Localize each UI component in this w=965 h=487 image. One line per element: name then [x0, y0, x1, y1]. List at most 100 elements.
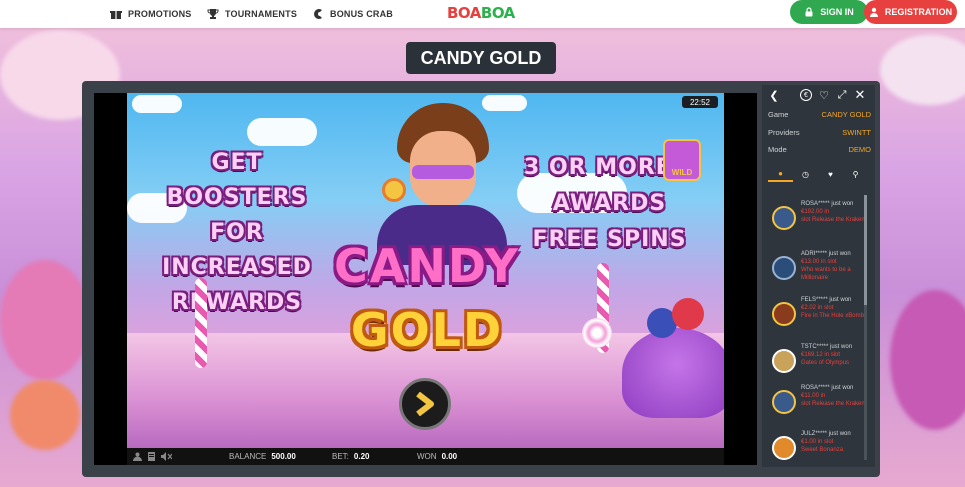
feed-user: TSTC***** — [801, 344, 829, 350]
gift-icon — [110, 11, 122, 19]
game-thumbnail — [772, 349, 796, 373]
bet-label: BET: — [332, 452, 349, 461]
registration-label: REGISTRATION — [884, 7, 953, 17]
feed-game: Who wants to be a Millionaire — [801, 267, 851, 281]
bet-value: 0.20 — [353, 452, 370, 461]
user-icon — [869, 7, 878, 17]
top-navigation: PROMOTIONS TOURNAMENTS BONUS CRAB BOA BOA… — [0, 0, 965, 28]
won-label: WON — [417, 452, 437, 461]
list-item[interactable]: FELS***** just won €2.02 in slot Fire in… — [772, 296, 872, 336]
nav-bonus-crab-label: BONUS CRAB — [330, 9, 394, 19]
feed-amount: €13.00 in slot — [801, 259, 837, 265]
player-icon[interactable] — [133, 452, 142, 461]
left-promo-line: GET BOOSTERS — [166, 150, 308, 210]
sign-in-button[interactable]: SIGN IN — [790, 0, 868, 24]
lollipop-swirl — [582, 318, 612, 348]
close-icon[interactable]: ✕ — [854, 87, 866, 102]
game-clock: 22:52 — [682, 96, 718, 108]
info-label: Providers — [768, 128, 800, 137]
nav-promotions-label: PROMOTIONS — [128, 9, 192, 19]
search-icon: ⚲ — [852, 169, 859, 179]
game-logo-gold: GOLD — [350, 303, 504, 357]
background-candy — [0, 260, 90, 380]
feed-user: ADRI***** — [801, 251, 828, 257]
info-value: DEMO — [848, 145, 872, 154]
cupcake — [622, 328, 724, 418]
feed-pre: just won — [829, 297, 852, 303]
tab-winners[interactable]: ● — [768, 166, 793, 182]
feed-text: ROSA***** just won €11.00 in slot Releas… — [801, 384, 865, 424]
feed-user: FELS***** — [801, 297, 828, 303]
crab-claw-icon — [314, 9, 322, 19]
feed-game: Gates of Olympus — [801, 360, 850, 366]
scene-cloud — [247, 118, 317, 146]
lock-icon — [805, 7, 813, 17]
feed-game: slot Release the Kraken — [801, 217, 865, 223]
status-icons — [133, 448, 172, 465]
list-item[interactable]: TSTC***** just won €169.12 in slot Gates… — [772, 343, 872, 383]
feed-amount: €11.00 in — [801, 393, 826, 399]
scene-cloud — [482, 95, 527, 111]
feed-pre: just won — [828, 431, 851, 437]
panel-toolbar: ❮ € ♡ ⤢ ✕ — [762, 85, 875, 105]
panel-tabs: ● ◷ ♥ ⚲ — [768, 166, 868, 182]
info-label: Mode — [768, 145, 787, 154]
balance-label: BALANCE — [229, 452, 267, 461]
scrollbar-thumb[interactable] — [864, 195, 867, 305]
nav-tournaments[interactable]: TOURNAMENTS — [207, 0, 297, 28]
feed-text: TSTC***** just won €169.12 in slot Gates… — [801, 343, 852, 383]
feed-user: ROSA***** — [801, 201, 830, 207]
tab-search[interactable]: ⚲ — [843, 166, 868, 182]
feed-game: Fire in The Hole xBomb — [801, 313, 864, 319]
background-cloud — [880, 35, 965, 105]
game-thumbnail — [772, 436, 796, 460]
scene-cloud — [132, 95, 182, 113]
bet-display: BET: 0.20 — [332, 448, 369, 465]
feed-user: ROSA***** — [801, 385, 830, 391]
tab-favorites[interactable]: ♥ — [818, 166, 843, 182]
list-item[interactable]: ROSA***** just won €11.00 in slot Releas… — [772, 384, 872, 424]
registration-button[interactable]: REGISTRATION — [864, 0, 957, 24]
back-chevron-icon[interactable]: ❮ — [768, 89, 780, 102]
list-item[interactable]: JULZ***** just won €1.00 in slot Sweet B… — [772, 430, 872, 470]
background-candy — [10, 380, 80, 450]
play-button[interactable] — [399, 378, 451, 430]
feed-text: ROSA***** just won €192.00 in slot Relea… — [801, 200, 865, 240]
feed-amount: €169.12 in slot — [801, 352, 841, 358]
sound-muted-icon[interactable] — [161, 452, 172, 461]
game-status-bar: BALANCE 500.00 BET: 0.20 WON 0.00 — [127, 448, 724, 465]
info-row-providers: Providers SWINTT — [768, 128, 871, 137]
game-thumbnail — [772, 302, 796, 326]
game-logo-candy: CANDY — [333, 239, 520, 293]
list-item[interactable]: ROSA***** just won €192.00 in slot Relea… — [772, 200, 872, 240]
lightbulb-icon: ● — [778, 168, 783, 178]
feed-text: ADRI***** just won €13.00 in slot Who wa… — [801, 250, 872, 290]
fullscreen-icon[interactable]: ⤢ — [836, 89, 848, 101]
nav-promotions[interactable]: PROMOTIONS — [110, 0, 192, 28]
nav-bonus-crab[interactable]: BONUS CRAB — [312, 0, 393, 28]
feed-pre: just won — [831, 201, 854, 207]
list-item[interactable]: ADRI***** just won €13.00 in slot Who wa… — [772, 250, 872, 290]
right-promo-line: FREE SPINS — [532, 227, 687, 252]
background-candy — [890, 290, 965, 430]
currency-euro-icon[interactable]: € — [800, 89, 812, 101]
favorite-heart-icon[interactable]: ♡ — [818, 89, 830, 102]
chevron-right-icon — [416, 392, 434, 416]
feed-amount: €1.00 in slot — [801, 439, 834, 445]
feed-text: JULZ***** just won €1.00 in slot Sweet B… — [801, 430, 851, 470]
balance-value: 500.00 — [271, 452, 296, 461]
site-logo[interactable]: BOA BOA — [447, 2, 515, 24]
tab-history[interactable]: ◷ — [793, 166, 818, 182]
logo-part-1: BOA — [447, 4, 481, 22]
heart-icon: ♥ — [828, 169, 833, 179]
paytable-icon[interactable] — [147, 452, 156, 461]
feed-game: Sweet Bonanza — [801, 447, 844, 453]
feed-amount: €2.02 in slot — [801, 305, 834, 311]
info-row-game: Game CANDY GOLD — [768, 110, 871, 119]
info-value: SWINTT — [842, 128, 871, 137]
sign-in-label: SIGN IN — [820, 7, 854, 17]
logo-part-2: BOA — [480, 4, 515, 22]
feed-scrollbar[interactable] — [864, 195, 867, 460]
feed-pre: just won — [828, 251, 851, 257]
info-row-mode: Mode DEMO — [768, 145, 871, 154]
